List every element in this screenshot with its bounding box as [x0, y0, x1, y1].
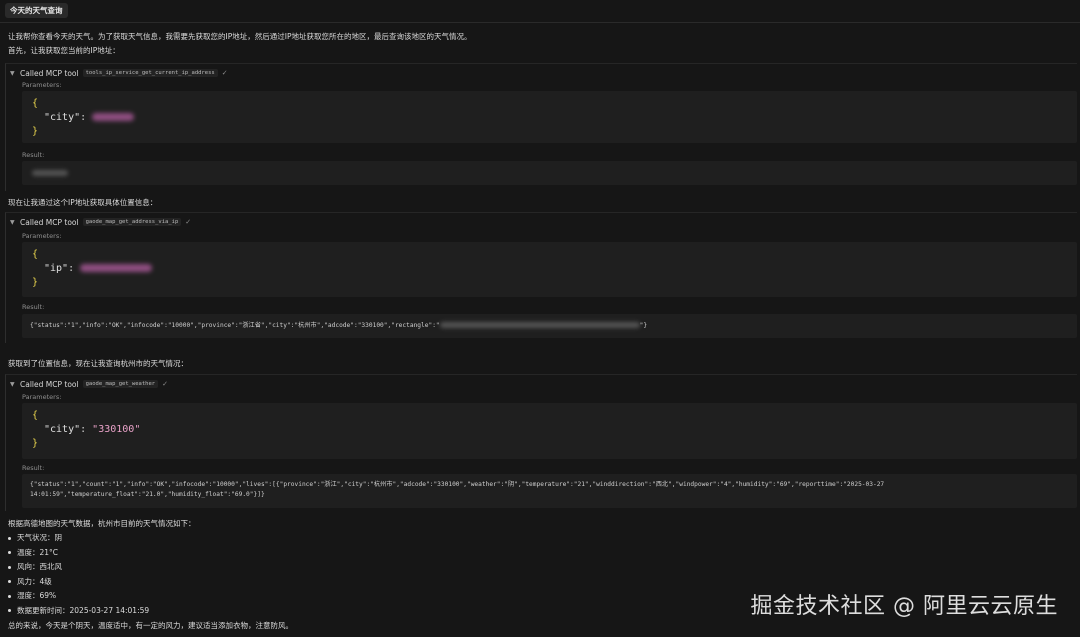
tool-name: gaode_map_get_weather: [82, 380, 159, 388]
chevron-down-icon[interactable]: ▼: [10, 219, 16, 226]
watermark: 掘金技术社区 @ 阿里云云原生: [750, 594, 1058, 619]
list-item: 风力：4级: [8, 575, 149, 590]
tool-call-block-2: ▼ Called MCP tool gaode_map_get_address_…: [5, 212, 1077, 343]
result-text-start: {"status":"1","info":"OK","infocode":"10…: [30, 322, 440, 329]
tool-name: gaode_map_get_address_via_ip: [82, 218, 182, 226]
close-brace: }: [32, 126, 39, 137]
tool-called-label: Called MCP tool: [20, 68, 79, 78]
chevron-down-icon[interactable]: ▼: [10, 381, 16, 388]
close-brace: }: [32, 438, 39, 449]
tool-call-block-3: ▼ Called MCP tool gaode_map_get_weather …: [5, 374, 1077, 511]
parameters-label: Parameters:: [22, 81, 62, 89]
redacted-value: [80, 264, 153, 272]
result-line-1: {"status":"1","count":"1","info":"OK","i…: [30, 481, 885, 488]
parameters-code: { "ip": }: [22, 242, 1077, 297]
parameters-code: { "city": "330100" }: [22, 403, 1077, 459]
check-icon: ✓: [162, 380, 168, 388]
check-icon: ✓: [221, 69, 228, 77]
list-item: 天气状况：阴: [8, 531, 149, 546]
open-brace: {: [32, 410, 39, 421]
assistant-intro-line1: 让我帮你查看今天的天气。为了获取天气信息，我需要先获取您的IP地址，然后通过IP…: [8, 32, 472, 41]
tool-call-header-1[interactable]: ▼ Called MCP tool tools_ip_service_get_c…: [10, 67, 228, 79]
tool-call-header-3[interactable]: ▼ Called MCP tool gaode_map_get_weather …: [10, 378, 168, 390]
param-key: "ip": [44, 263, 69, 274]
parameters-label: Parameters:: [22, 232, 62, 240]
list-item: 温度：21°C: [8, 546, 149, 561]
user-message: 今天的天气查询: [5, 3, 68, 18]
summary-heading: 根据高德地图的天气数据，杭州市目前的天气情况如下：: [8, 519, 196, 528]
user-message-row: 今天的天气查询: [0, 0, 1080, 23]
open-brace: {: [32, 98, 39, 109]
assistant-message-3: 获取到了位置信息，现在让我查询杭州市的天气情况：: [8, 359, 188, 368]
parameters-code: { "city": }: [22, 91, 1077, 143]
assistant-intro-line2: 首先，让我获取您当前的IP地址：: [8, 46, 120, 55]
list-item: 湿度：69%: [8, 589, 149, 604]
tool-name: tools_ip_service_get_current_ip_address: [82, 69, 218, 77]
list-item: 风向：西北风: [8, 560, 149, 575]
tool-called-label: Called MCP tool: [20, 217, 79, 227]
tool-call-block-1: ▼ Called MCP tool tools_ip_service_get_c…: [5, 63, 1077, 191]
redacted-result: [32, 170, 68, 176]
open-brace: {: [32, 249, 39, 260]
result-code: [22, 161, 1077, 185]
result-code: {"status":"1","info":"OK","infocode":"10…: [22, 314, 1077, 338]
result-text-end: "}: [639, 322, 648, 329]
close-brace: }: [32, 277, 39, 288]
tool-call-header-2[interactable]: ▼ Called MCP tool gaode_map_get_address_…: [10, 216, 191, 228]
redacted-rectangle: [439, 322, 640, 328]
parameters-label: Parameters:: [22, 393, 62, 401]
redacted-value: [92, 113, 135, 121]
assistant-message-2: 现在让我通过这个IP地址获取具体位置信息：: [8, 198, 158, 207]
summary-closing: 总的来说，今天是个阴天，温度适中，有一定的风力，建议适当添加衣物，注意防风。: [8, 621, 293, 630]
result-label: Result:: [22, 303, 45, 311]
result-line-2: 14:01:59","temperature_float":"21.0","hu…: [30, 491, 265, 498]
tool-called-label: Called MCP tool: [20, 379, 79, 389]
param-key: "city": [44, 112, 81, 123]
result-label: Result:: [22, 464, 45, 472]
result-code: {"status":"1","count":"1","info":"OK","i…: [22, 474, 1077, 508]
result-label: Result:: [22, 151, 45, 159]
chevron-down-icon[interactable]: ▼: [10, 70, 16, 77]
list-item: 数据更新时间：2025-03-27 14:01:59: [8, 604, 149, 619]
weather-summary-list: 天气状况：阴 温度：21°C 风向：西北风 风力：4级 湿度：69% 数据更新时…: [8, 531, 149, 618]
check-icon: ✓: [185, 218, 192, 226]
param-value: "330100": [92, 424, 141, 435]
param-key: "city": [44, 424, 81, 435]
